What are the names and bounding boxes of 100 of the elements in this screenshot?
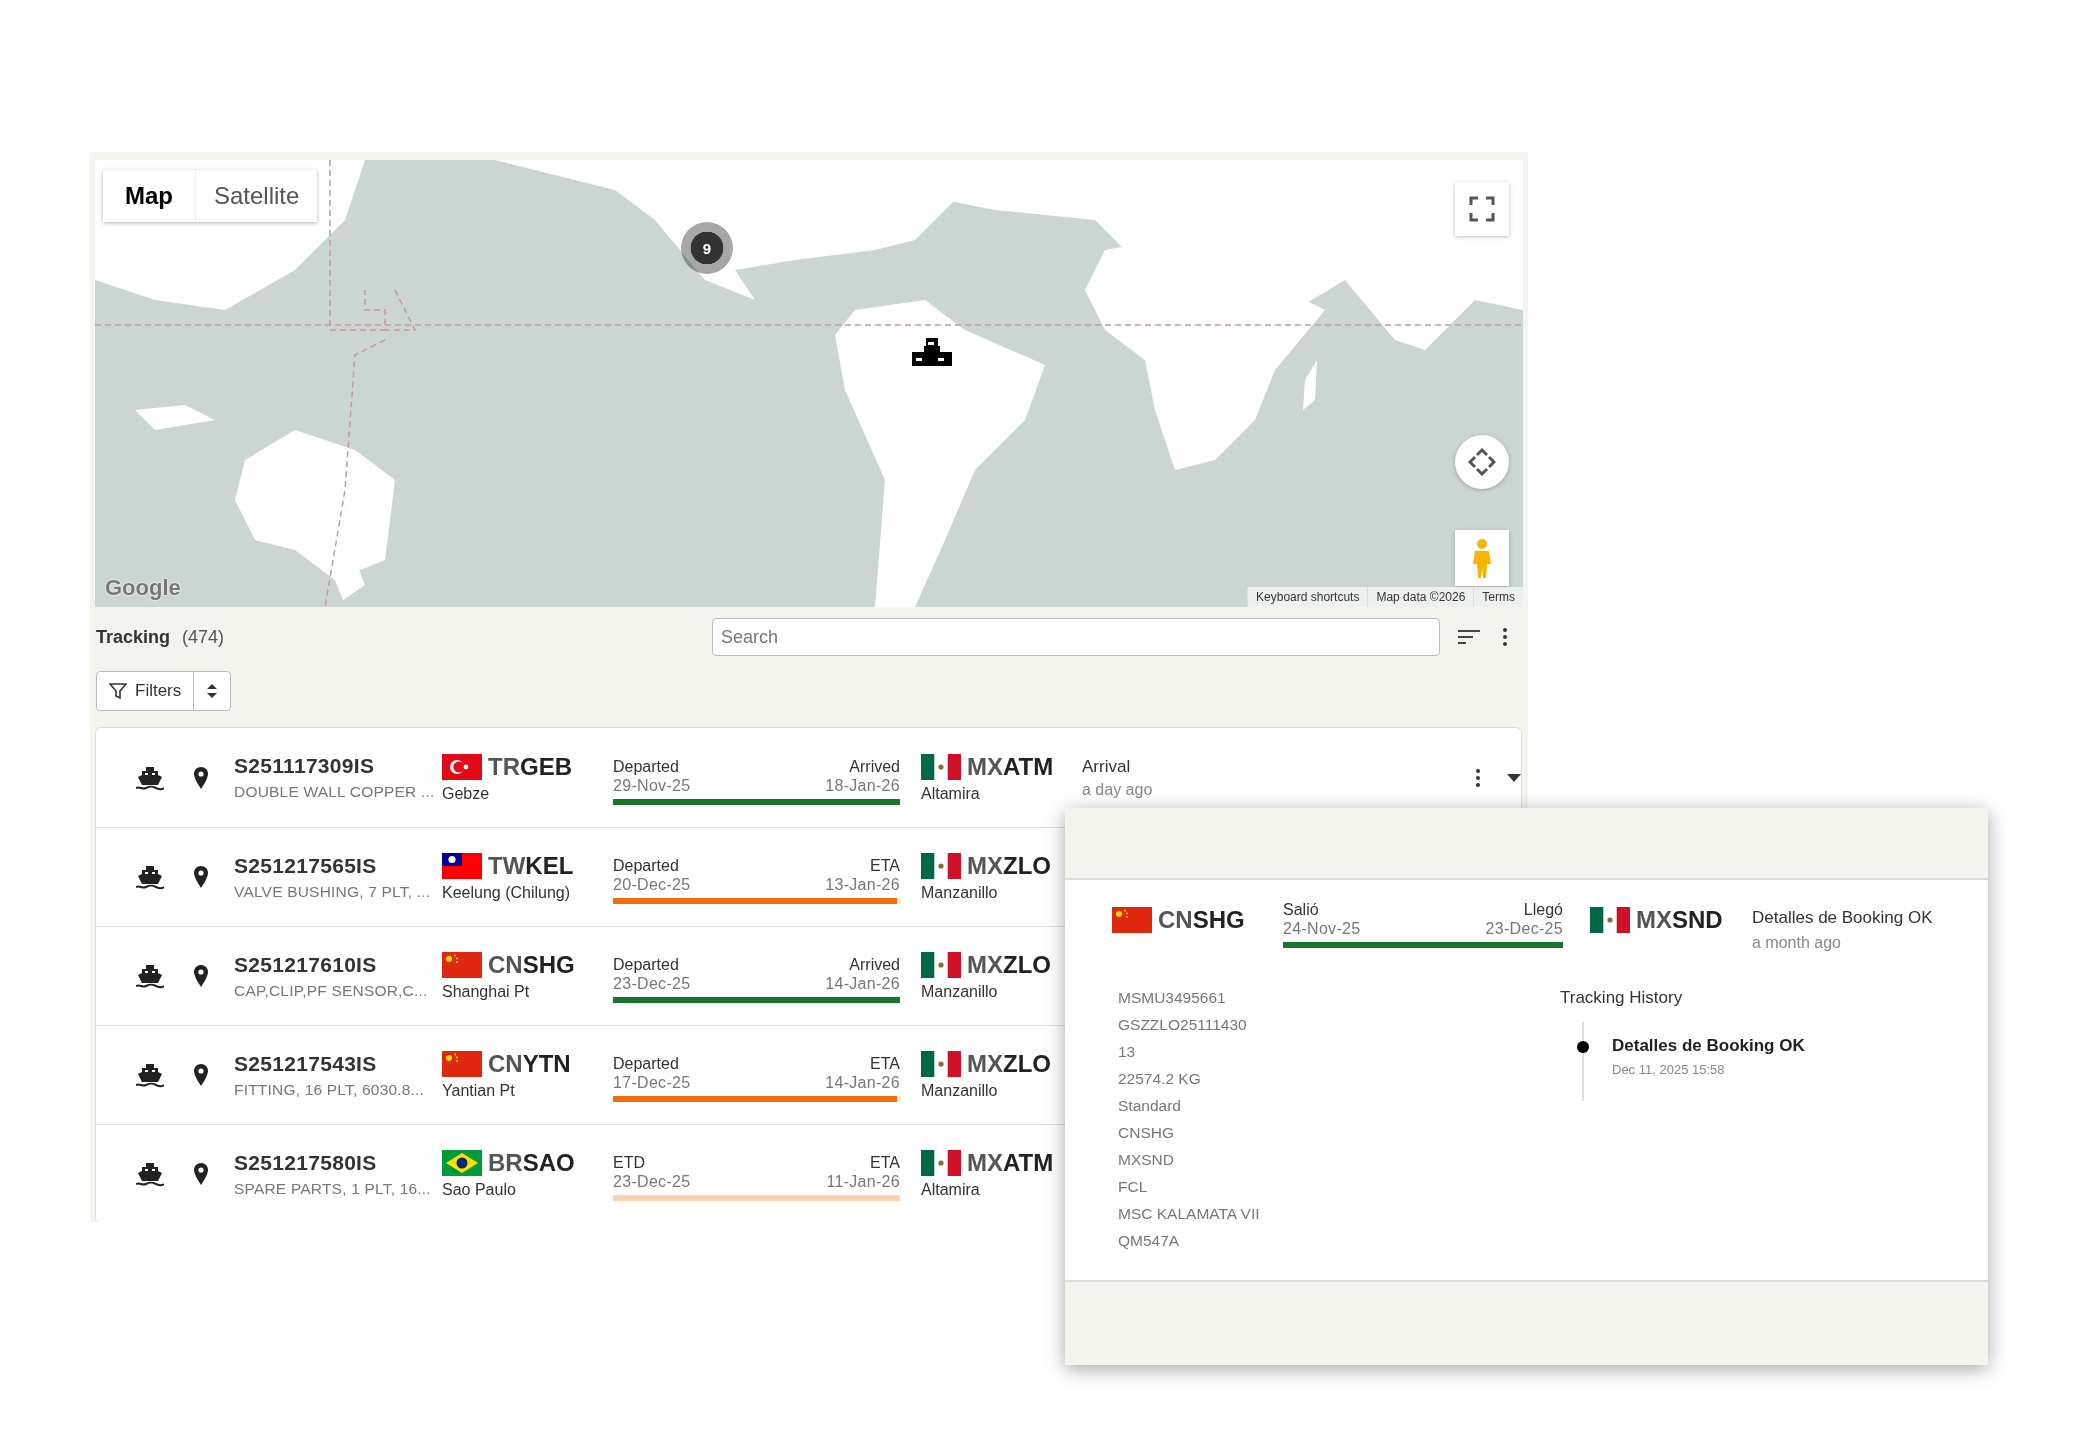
detail-value: CNSHG (1118, 1123, 1175, 1143)
leg-label: Salió (1283, 900, 1320, 919)
leg-date: 14-Jan-26 (825, 974, 900, 993)
location-pin-icon[interactable] (194, 1064, 208, 1086)
more-options-icon (1475, 767, 1481, 788)
leg-date: 23-Dec-25 (613, 1172, 691, 1191)
flag-icon (442, 952, 482, 978)
ship-icon (136, 963, 164, 989)
leg-date: 23-Dec-25 (613, 974, 691, 993)
detail-value: 13 (1118, 1042, 1137, 1062)
flag-icon (1112, 907, 1152, 933)
status-time: a day ago (1082, 780, 1154, 799)
cargo-description: DOUBLE WALL COPPER ... (234, 783, 436, 801)
detail-value: 22574.2 KG (1118, 1069, 1202, 1089)
port-name: Altamira (921, 784, 981, 803)
leg-date: 14-Jan-26 (825, 1073, 900, 1092)
port-name: Keelung (Chilung) (442, 884, 572, 902)
cargo-description: SPARE PARTS, 1 PLT, 16... (234, 1179, 432, 1198)
flag-icon (921, 753, 961, 780)
cluster-marker[interactable]: 9 (681, 222, 733, 274)
flag-icon (442, 1051, 482, 1077)
flag-icon (442, 1150, 482, 1176)
fullscreen-button[interactable] (1455, 182, 1509, 236)
port-name: Manzanillo (921, 884, 999, 902)
port-code: TWKEL (488, 852, 574, 880)
leg-date: 13-Jan-26 (825, 875, 900, 894)
port-name: Shanghai Pt (442, 983, 531, 1001)
port-name: Gebze (442, 784, 491, 803)
location-pin-icon[interactable] (194, 766, 208, 789)
leg-label: Departed (613, 955, 680, 974)
ship-icon (136, 764, 164, 791)
shipment-id[interactable]: S251217543IS (234, 1051, 442, 1076)
item-count: (474) (182, 626, 226, 648)
more-options-button[interactable] (1502, 627, 1509, 647)
expand-button[interactable] (1507, 773, 1521, 782)
leg-date: 18-Jan-26 (825, 775, 900, 795)
leg-label: Departed (613, 1054, 680, 1073)
attribution-link[interactable]: Keyboard shortcuts (1247, 587, 1368, 607)
port-name: Manzanillo (921, 983, 999, 1001)
location-pin-icon[interactable] (194, 866, 208, 888)
map-type-tab[interactable]: Map (103, 170, 195, 222)
flag-icon (1590, 907, 1630, 933)
filter-icon (109, 682, 127, 700)
detail-value: Standard (1118, 1096, 1182, 1116)
location-pin-icon[interactable] (194, 965, 208, 987)
leg-label: Arrived (849, 756, 900, 776)
port-code: MXZLO (967, 1050, 1051, 1078)
detail-value: MXSND (1118, 1150, 1175, 1170)
search-field[interactable]: Search (712, 618, 1441, 656)
port-name: Manzanillo (921, 1082, 999, 1100)
map-type-tab[interactable]: Satellite (195, 170, 318, 222)
fullscreen-icon (1469, 196, 1495, 222)
location-pin-icon[interactable] (194, 1163, 208, 1185)
flag-icon (442, 753, 482, 780)
attribution-link[interactable]: Terms (1473, 587, 1523, 607)
leg-date: 20-Dec-25 (613, 875, 691, 894)
flag-icon (921, 952, 961, 978)
cargo-description: CAP,CLIP,PF SENSOR,C... (234, 981, 429, 1000)
cargo-description: VALVE BUSHING, 7 PLT, ... (234, 882, 432, 901)
port-code: MXATM (967, 1149, 1054, 1177)
port-code: BRSAO (488, 1149, 575, 1177)
leg-label: Llegó (1523, 900, 1563, 919)
caret-icon (1507, 773, 1521, 782)
port-name: Yantian Pt (442, 1082, 516, 1100)
leg-label: ETA (870, 856, 900, 875)
sort-button[interactable] (1458, 629, 1481, 645)
map-logo: Google (105, 575, 181, 601)
event-title: Detalles de Booking OK (1612, 1036, 1805, 1056)
sort-arrows-icon (206, 683, 219, 699)
shipment-id[interactable]: S251217580IS (234, 1150, 442, 1175)
timeline-dot-icon (1576, 1040, 1590, 1054)
leg-label: Departed (613, 856, 680, 875)
status-time: a month ago (1752, 934, 1842, 952)
ship-icon (136, 1062, 164, 1088)
warehouse-marker-icon[interactable] (912, 338, 952, 366)
port-name: Sao Paulo (442, 1181, 517, 1199)
section-title: Tracking (96, 626, 171, 648)
shipment-id[interactable]: S251217610IS (234, 952, 442, 977)
cargo-description: FITTING, 16 PLT, 6030.8... (234, 1080, 426, 1099)
port-code: MXSND (1636, 906, 1723, 934)
leg-label: ETA (870, 1153, 900, 1172)
detail-value: GSZZLO25111430 (1118, 1015, 1248, 1035)
leg-date: 29-Nov-25 (613, 775, 691, 795)
port-code: CNSHG (488, 951, 575, 979)
flag-icon (921, 1150, 961, 1176)
port-code: MXATM (967, 752, 1054, 781)
shipment-id[interactable]: S251217565IS (234, 853, 442, 878)
leg-label: Arrived (849, 955, 900, 974)
attribution-link[interactable]: Map data ©2026 (1367, 587, 1474, 607)
port-code: MXZLO (967, 852, 1051, 880)
leg-date: 24-Nov-25 (1283, 919, 1361, 938)
detail-value: MSMU3495661 (1118, 988, 1227, 1008)
more-options-button[interactable] (1475, 767, 1481, 788)
leg-label: ETA (870, 1054, 900, 1073)
flag-icon (442, 853, 482, 879)
ship-icon (136, 1161, 164, 1187)
detail-value: MSC KALAMATA VII (1118, 1204, 1261, 1224)
detail-value: QM547A (1118, 1231, 1181, 1251)
detail-value: FCL (1118, 1177, 1149, 1197)
shipment-id[interactable]: S251117309IS (234, 754, 442, 778)
